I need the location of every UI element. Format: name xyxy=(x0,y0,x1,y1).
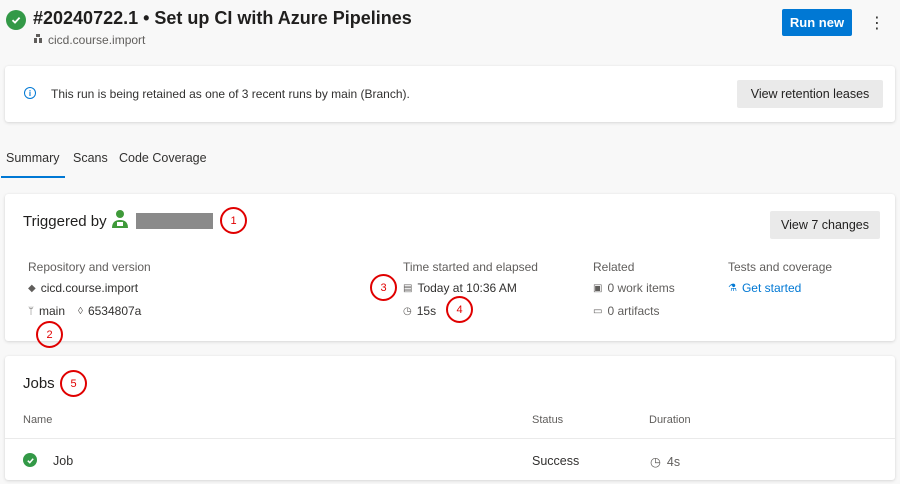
column-header-status: Status xyxy=(532,414,564,426)
get-started-text: Get started xyxy=(741,281,802,295)
tab-summary[interactable]: Summary xyxy=(0,151,67,178)
column-header-duration: Duration xyxy=(649,414,691,426)
commit-link[interactable]: ◊ 6534807a xyxy=(78,304,141,318)
repository-label: Repository and version xyxy=(28,260,151,274)
job-name[interactable]: Job xyxy=(53,454,73,468)
summary-card: Triggered by 1 View 7 changes Repository… xyxy=(5,194,895,348)
triggered-by-heading: Triggered by xyxy=(23,213,107,230)
artifacts-count: 0 artifacts xyxy=(607,304,660,318)
jobs-heading: Jobs xyxy=(23,375,55,392)
tab-scans[interactable]: Scans xyxy=(73,151,108,165)
redacted-username xyxy=(136,213,213,229)
branch-link[interactable]: ᛘ main xyxy=(28,304,65,318)
annotation-5: 5 xyxy=(60,370,87,397)
repository-name: cicd.course.import xyxy=(40,281,139,295)
annotation-1: 1 xyxy=(220,207,247,234)
time-label: Time started and elapsed xyxy=(403,260,538,274)
start-time: ▤ Today at 10:36 AM xyxy=(403,281,517,295)
related-label: Related xyxy=(593,260,635,274)
repository-link[interactable]: ◆ cicd.course.import xyxy=(28,281,138,295)
artifact-icon: ▭ xyxy=(593,305,603,317)
branch-name: main xyxy=(39,304,66,318)
commit-icon: ◊ xyxy=(78,305,83,317)
run-header: #20240722.1 • Set up CI with Azure Pipel… xyxy=(0,0,900,58)
view-changes-button[interactable]: View 7 changes xyxy=(770,211,880,239)
annotation-4: 4 xyxy=(446,296,473,323)
elapsed-time: ◷ 15s xyxy=(403,304,436,318)
artifacts-link[interactable]: ▭ 0 artifacts xyxy=(593,304,659,318)
info-icon: i xyxy=(24,87,36,99)
annotation-2: 2 xyxy=(36,321,63,348)
job-duration-value: 4s xyxy=(666,454,681,469)
start-time-value: Today at 10:36 AM xyxy=(417,281,517,295)
tab-code-coverage[interactable]: Code Coverage xyxy=(119,151,207,165)
job-status: Success xyxy=(532,454,580,468)
jobs-card: Jobs 5 Name Status Duration Job Success … xyxy=(5,356,895,480)
branch-icon: ᛘ xyxy=(28,305,34,317)
success-check-icon xyxy=(6,10,26,30)
tests-label: Tests and coverage xyxy=(728,260,833,274)
retention-message: This run is being retained as one of 3 r… xyxy=(51,87,410,101)
beaker-icon: ⚗ xyxy=(728,282,737,294)
work-items-count: 0 work items xyxy=(607,281,675,295)
pipeline-icon xyxy=(33,33,44,47)
view-retention-leases-button[interactable]: View retention leases xyxy=(737,80,883,108)
retention-banner: i This run is being retained as one of 3… xyxy=(5,66,895,122)
success-check-icon xyxy=(23,453,37,467)
job-duration: ◷ 4s xyxy=(650,454,681,470)
work-items-link[interactable]: ▣ 0 work items xyxy=(593,281,675,295)
pipeline-name: cicd.course.import xyxy=(48,33,146,47)
run-title: #20240722.1 • Set up CI with Azure Pipel… xyxy=(33,8,412,28)
calendar-icon: ▤ xyxy=(403,282,413,294)
table-divider xyxy=(5,438,895,439)
annotation-3: 3 xyxy=(370,274,397,301)
more-actions-icon[interactable]: ⋮ xyxy=(868,12,886,34)
tab-bar: Summary Scans Code Coverage xyxy=(0,142,900,178)
clock-icon: ◷ xyxy=(403,305,412,317)
git-icon: ◆ xyxy=(28,282,36,294)
clock-icon: ◷ xyxy=(650,455,661,469)
work-item-icon: ▣ xyxy=(593,282,603,294)
column-header-name: Name xyxy=(23,414,53,426)
get-started-link[interactable]: ⚗ Get started xyxy=(728,281,801,295)
user-avatar-icon xyxy=(111,209,129,229)
pipeline-link[interactable]: cicd.course.import xyxy=(33,33,145,47)
elapsed-value: 15s xyxy=(416,304,437,318)
commit-id: 6534807a xyxy=(87,304,142,318)
run-new-button[interactable]: Run new xyxy=(782,9,852,36)
